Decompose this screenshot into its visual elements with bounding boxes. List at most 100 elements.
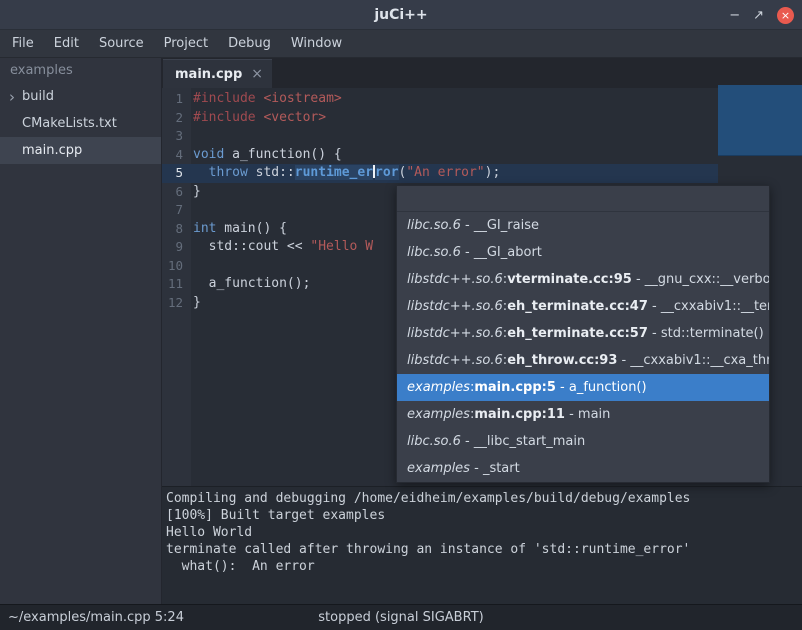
sidebar-item-cmakelists-txt[interactable]: CMakeLists.txt — [0, 110, 161, 137]
backtrace-frame[interactable]: libc.so.6 - __GI_abort — [397, 239, 769, 266]
line-number[interactable]: 1 — [162, 90, 191, 109]
frame-library: libstdc++.so.6 — [407, 353, 503, 368]
sidebar-header: examples — [0, 58, 161, 83]
code-text: std::cout << "Hello W — [193, 238, 373, 257]
app-window: juCi++ − ↗ × FileEditSourceProjectDebugW… — [0, 0, 802, 630]
code-text: void a_function() { — [193, 146, 342, 165]
frame-function: a_function() — [569, 380, 647, 395]
sidebar-item-build[interactable]: ›build — [0, 83, 161, 110]
frame-function: __GI_abort — [474, 245, 542, 260]
backtrace-frame[interactable]: libstdc++.so.6:vterminate.cc:95 - __gnu_… — [397, 266, 769, 293]
tree-item-label: CMakeLists.txt — [20, 116, 117, 131]
frame-file-line: eh_terminate.cc:47 — [507, 299, 648, 314]
line-number[interactable]: 8 — [162, 220, 191, 239]
menu-item-source[interactable]: Source — [89, 30, 154, 57]
frame-function: __GI_raise — [474, 218, 539, 233]
backtrace-frame[interactable]: examples:main.cpp:5 - a_function() — [397, 374, 769, 401]
code-text: #include <vector> — [193, 109, 326, 128]
code-text: } — [193, 183, 201, 202]
code-text: throw std::runtime_error("An error"); — [193, 164, 500, 183]
menu-item-debug[interactable]: Debug — [218, 30, 281, 57]
editor-line[interactable]: 3 — [162, 127, 802, 146]
frame-function: __cxxabiv1::__term — [661, 299, 769, 314]
tree-item-label: main.cpp — [20, 143, 82, 158]
frame-function: std::terminate() — [661, 326, 764, 341]
frame-library: examples — [407, 407, 470, 422]
line-number[interactable]: 5 — [162, 164, 191, 183]
titlebar: juCi++ − ↗ × — [0, 0, 802, 30]
menu-item-project[interactable]: Project — [154, 30, 218, 57]
frame-function: _start — [483, 461, 520, 476]
editor-line[interactable]: 1#include <iostream> — [162, 90, 802, 109]
menubar: FileEditSourceProjectDebugWindow — [0, 30, 802, 58]
line-number[interactable]: 6 — [162, 183, 191, 202]
output-line: Hello World — [166, 524, 798, 541]
frame-function: main — [578, 407, 610, 422]
tab-label: main.cpp — [175, 67, 242, 82]
frame-library: libstdc++.so.6 — [407, 299, 503, 314]
frame-library: libstdc++.so.6 — [407, 326, 503, 341]
editor-line[interactable]: 5 throw std::runtime_error("An error"); — [162, 164, 802, 183]
backtrace-frame[interactable]: examples - _start — [397, 455, 769, 482]
tab-close-icon[interactable]: × — [251, 66, 263, 82]
backtrace-list: libc.so.6 - __GI_raiselibc.so.6 - __GI_a… — [397, 212, 769, 482]
line-number[interactable]: 7 — [162, 201, 191, 220]
line-number[interactable]: 4 — [162, 146, 191, 165]
backtrace-frame[interactable]: libc.so.6 - __GI_raise — [397, 212, 769, 239]
minimize-button[interactable]: − — [729, 9, 740, 22]
sidebar: examples ›build CMakeLists.txt main.cpp — [0, 58, 162, 604]
backtrace-popup-header — [397, 186, 769, 212]
backtrace-frame[interactable]: libc.so.6 - __libc_start_main — [397, 428, 769, 455]
line-number[interactable]: 2 — [162, 109, 191, 128]
backtrace-frame[interactable]: libstdc++.so.6:eh_throw.cc:93 - __cxxabi… — [397, 347, 769, 374]
line-number[interactable]: 3 — [162, 127, 191, 146]
sidebar-item-main-cpp[interactable]: main.cpp — [0, 137, 161, 164]
menu-item-window[interactable]: Window — [281, 30, 352, 57]
chevron-right-icon[interactable]: › — [4, 88, 20, 106]
tree-item-label: build — [20, 89, 54, 104]
output-line: what(): An error — [166, 558, 798, 575]
code-text: int main() { — [193, 220, 287, 239]
line-number[interactable]: 10 — [162, 257, 191, 276]
output-line: Compiling and debugging /home/eidheim/ex… — [166, 490, 798, 507]
tab-main-cpp[interactable]: main.cpp × — [163, 59, 272, 88]
window-title: juCi++ — [374, 7, 427, 23]
editor-line[interactable]: 2#include <vector> — [162, 109, 802, 128]
line-number[interactable]: 11 — [162, 275, 191, 294]
close-icon: × — [781, 10, 790, 21]
frame-library: libc.so.6 — [407, 218, 461, 233]
menu-item-edit[interactable]: Edit — [44, 30, 89, 57]
frame-file-line: main.cpp:5 — [474, 380, 556, 395]
output-line: terminate called after throwing an insta… — [166, 541, 798, 558]
status-bar: ~/examples/main.cpp 5:24 stopped (signal… — [0, 604, 802, 630]
frame-library: libc.so.6 — [407, 434, 461, 449]
file-tree: ›build CMakeLists.txt main.cpp — [0, 83, 161, 164]
code-text: } — [193, 294, 201, 313]
frame-function: __cxxabiv1::__cxa_thro — [630, 353, 769, 368]
frame-file-line: vterminate.cc:95 — [507, 272, 632, 287]
close-button[interactable]: × — [777, 7, 794, 24]
menu-item-file[interactable]: File — [2, 30, 44, 57]
output-panel: Compiling and debugging /home/eidheim/ex… — [162, 486, 802, 604]
output-line: [100%] Built target examples — [166, 507, 798, 524]
backtrace-frame[interactable]: libstdc++.so.6:eh_terminate.cc:47 - __cx… — [397, 293, 769, 320]
maximize-button[interactable]: ↗ — [753, 9, 764, 22]
editor-line[interactable]: 4void a_function() { — [162, 146, 802, 165]
frame-file-line: eh_throw.cc:93 — [507, 353, 617, 368]
frame-function: __gnu_cxx::__verbos — [645, 272, 769, 287]
backtrace-popup: libc.so.6 - __GI_raiselibc.so.6 - __GI_a… — [396, 185, 770, 483]
tab-bar: main.cpp × — [162, 58, 802, 88]
frame-file-line: eh_terminate.cc:57 — [507, 326, 648, 341]
frame-library: libc.so.6 — [407, 245, 461, 260]
line-number[interactable]: 12 — [162, 294, 191, 313]
code-text: a_function(); — [193, 275, 310, 294]
backtrace-frame[interactable]: examples:main.cpp:11 - main — [397, 401, 769, 428]
frame-function: __libc_start_main — [474, 434, 585, 449]
line-number[interactable]: 9 — [162, 238, 191, 257]
frame-library: libstdc++.so.6 — [407, 272, 503, 287]
frame-file-line: main.cpp:11 — [474, 407, 565, 422]
status-debug-state: stopped (signal SIGABRT) — [0, 605, 802, 630]
window-controls: − ↗ × — [729, 0, 794, 30]
backtrace-frame[interactable]: libstdc++.so.6:eh_terminate.cc:57 - std:… — [397, 320, 769, 347]
frame-library: examples — [407, 461, 470, 476]
